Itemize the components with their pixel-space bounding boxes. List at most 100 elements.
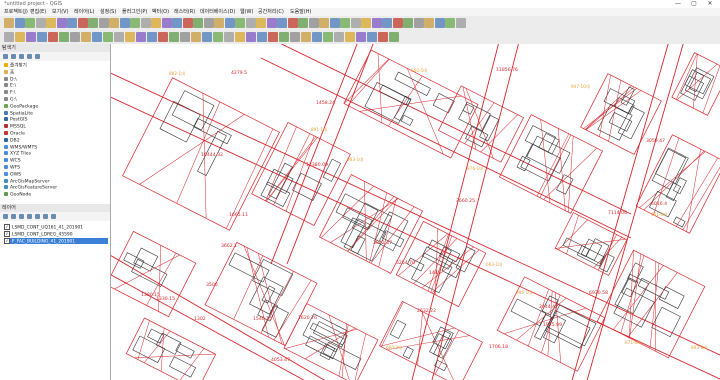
toolbar-button[interactable] <box>130 18 140 28</box>
toolbar-button[interactable] <box>136 32 146 42</box>
toolbar-button[interactable] <box>114 32 124 42</box>
toolbar-button[interactable] <box>67 18 77 28</box>
browser-item[interactable]: 홈 <box>4 69 14 76</box>
toolbar-button[interactable] <box>119 18 130 28</box>
browser-item[interactable]: DB2 <box>4 137 20 144</box>
toolbar-button[interactable] <box>334 32 344 42</box>
toolbar-button[interactable] <box>389 32 399 42</box>
layer-visibility-checkbox[interactable]: ✓ <box>4 238 10 244</box>
toolbar-button[interactable] <box>382 18 392 28</box>
add-group-icon[interactable] <box>11 214 16 219</box>
browser-item[interactable]: GeoPackage <box>4 103 38 110</box>
toolbar-button[interactable] <box>88 18 98 28</box>
toolbar-button[interactable] <box>147 32 157 42</box>
toolbar-button[interactable] <box>319 18 329 28</box>
toolbar-button[interactable] <box>340 18 350 28</box>
filter-legend-icon[interactable] <box>27 214 32 219</box>
menu-plugins[interactable]: 플러그인(P) <box>122 8 147 16</box>
toolbar-button[interactable] <box>445 18 455 28</box>
toolbar-button[interactable] <box>277 18 287 28</box>
browser-item[interactable]: G:\ <box>4 97 17 103</box>
add-selected-icon[interactable] <box>3 54 8 59</box>
toolbar-button[interactable] <box>392 18 403 28</box>
menu-view[interactable]: 보기(V) <box>52 8 69 16</box>
toolbar-button[interactable] <box>378 32 388 42</box>
browser-item[interactable]: WMS/WMTS <box>4 144 37 151</box>
toolbar-button[interactable] <box>140 18 151 28</box>
menu-layer[interactable]: 레이어(L) <box>74 8 95 16</box>
menu-vector[interactable]: 벡터(O) <box>152 8 169 16</box>
menu-settings[interactable]: 설정(S) <box>100 8 116 16</box>
toolbar-button[interactable] <box>191 32 201 42</box>
toolbar-button[interactable] <box>235 32 245 42</box>
toolbar-button[interactable] <box>246 32 256 42</box>
collapse-all-layers-icon[interactable] <box>43 214 48 219</box>
toolbar-button[interactable] <box>37 32 47 42</box>
toolbar-button[interactable] <box>169 32 179 42</box>
toolbar-button[interactable] <box>203 18 214 28</box>
toolbar-button[interactable] <box>224 32 234 42</box>
toolbar-button[interactable] <box>125 32 135 42</box>
toolbar-button[interactable] <box>202 32 212 42</box>
refresh-icon[interactable] <box>11 54 16 59</box>
toolbar-button[interactable] <box>81 32 91 42</box>
toolbar-button[interactable] <box>424 18 434 28</box>
toolbar-button[interactable] <box>158 32 168 42</box>
menu-help[interactable]: 도움말(H) <box>290 8 311 16</box>
browser-item[interactable]: SpatiaLite <box>4 110 33 117</box>
toolbar-button[interactable] <box>287 18 298 28</box>
menu-edit[interactable]: 편집(E) <box>30 8 46 16</box>
toolbar-button[interactable] <box>323 32 333 42</box>
maximize-button[interactable]: ▢ <box>688 0 700 8</box>
toolbar-button[interactable] <box>48 32 58 42</box>
toolbar-button[interactable] <box>361 18 371 28</box>
collapse-all-icon[interactable] <box>27 54 32 59</box>
toolbar-button[interactable] <box>403 18 413 28</box>
close-button[interactable]: ✕ <box>704 0 716 8</box>
menu-raster[interactable]: 래스터(R) <box>174 8 195 16</box>
toolbar-button[interactable] <box>15 32 25 42</box>
toolbar-button[interactable] <box>356 32 366 42</box>
browser-item[interactable]: ArcGisFeatureServer <box>4 185 57 191</box>
filter-icon[interactable] <box>19 54 24 59</box>
menu-processing[interactable]: 공간처리(C) <box>258 8 284 16</box>
layer-visibility-checkbox[interactable]: ✓ <box>4 224 10 230</box>
toolbar-button[interactable] <box>235 18 245 28</box>
toolbar-button[interactable] <box>151 18 161 28</box>
toolbar-button[interactable] <box>46 18 56 28</box>
browser-item[interactable]: 즐겨찾기 <box>4 63 27 69</box>
toolbar-button[interactable] <box>413 18 424 28</box>
toolbar-button[interactable] <box>56 18 67 28</box>
layer-item[interactable]: ✓ LSMD_CONT_LDREG_45590 <box>4 231 108 238</box>
browser-item[interactable]: ArcGisMapServer <box>4 178 49 185</box>
toolbar-button[interactable] <box>14 18 25 28</box>
toolbar-button[interactable] <box>182 18 193 28</box>
toolbar-button[interactable] <box>301 32 311 42</box>
toolbar-button[interactable] <box>434 18 445 28</box>
minimize-button[interactable]: — <box>672 0 684 8</box>
toolbar-button[interactable] <box>256 18 266 28</box>
toolbar-button[interactable] <box>298 18 308 28</box>
browser-item[interactable]: OWS <box>4 171 21 178</box>
expand-all-icon[interactable] <box>35 214 40 219</box>
toolbar-button[interactable] <box>371 18 382 28</box>
visibility-icon[interactable] <box>19 214 24 219</box>
browser-item[interactable]: E:\ <box>4 83 16 89</box>
toolbar-button[interactable] <box>92 32 102 42</box>
toolbar-button[interactable] <box>329 18 340 28</box>
toolbar-button[interactable] <box>26 32 36 42</box>
toolbar-button[interactable] <box>214 18 224 28</box>
toolbar-button[interactable] <box>4 18 14 28</box>
toolbar-button[interactable] <box>77 18 88 28</box>
toolbar-button[interactable] <box>70 32 80 42</box>
properties-icon[interactable] <box>35 54 40 59</box>
layer-visibility-checkbox[interactable]: ✓ <box>4 231 10 237</box>
toolbar-button[interactable] <box>367 32 377 42</box>
toolbar-button[interactable] <box>172 18 182 28</box>
remove-layer-icon[interactable] <box>51 214 56 219</box>
toolbar-button[interactable] <box>345 32 355 42</box>
toolbar-button[interactable] <box>455 18 466 28</box>
toolbar-button[interactable] <box>268 32 278 42</box>
toolbar-button[interactable] <box>224 18 235 28</box>
toolbar-button[interactable] <box>193 18 203 28</box>
